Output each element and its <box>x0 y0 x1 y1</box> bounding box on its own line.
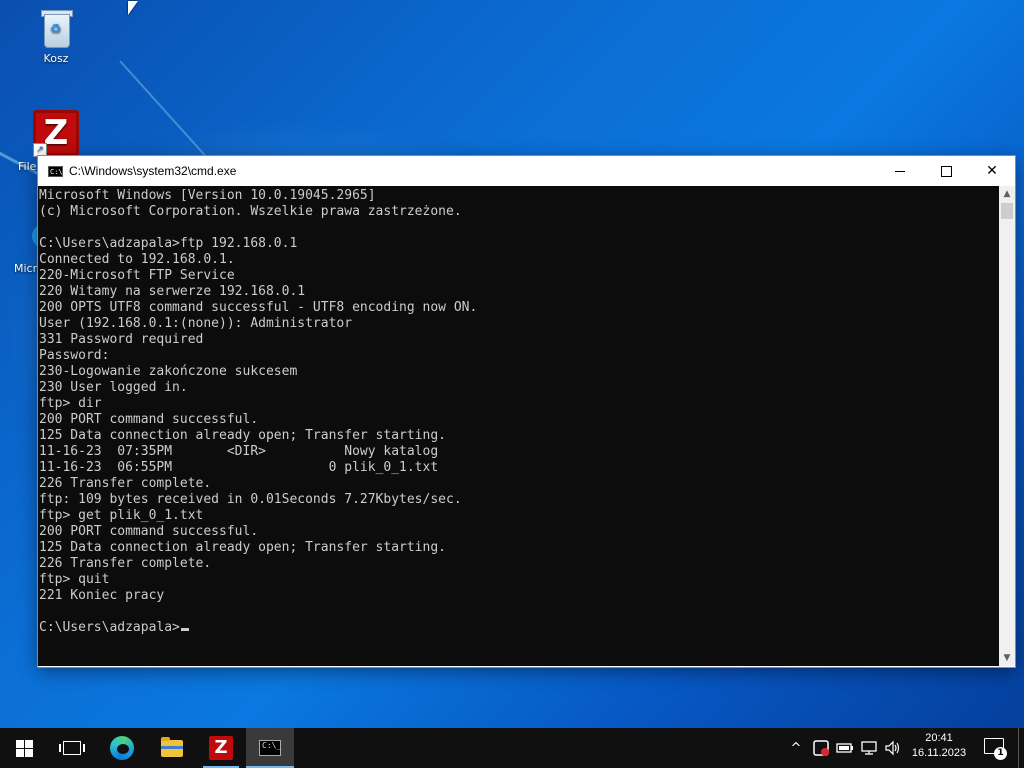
text-cursor <box>180 628 189 631</box>
maximize-button[interactable] <box>923 156 969 186</box>
console-line: 11-16-23 06:55PM 0 plik_0_1.txt <box>39 460 439 475</box>
recycle-bin-icon: ♻ <box>39 8 73 48</box>
desktop-icon-label: Kosz <box>43 52 69 65</box>
taskbar: Z C:\_ ^ 20:41 16.11.2023 1 <box>0 728 1024 768</box>
console-line: 220 Witamy na serwerze 192.168.0.1 <box>39 284 306 299</box>
console-line: Connected to 192.168.0.1. <box>39 252 235 267</box>
console-line: (c) Microsoft Corporation. Wszelkie praw… <box>39 204 462 219</box>
console-line: ftp> quit <box>39 572 110 587</box>
close-icon: ✕ <box>986 163 998 179</box>
volume-icon <box>885 740 900 756</box>
title-bar[interactable]: C:\ C:\Windows\system32\cmd.exe ✕ <box>38 156 1015 186</box>
console-output[interactable]: Microsoft Windows [Version 10.0.19045.29… <box>38 186 999 666</box>
vertical-scrollbar[interactable]: ▲ ▼ <box>999 186 1015 666</box>
console-prompt[interactable]: C:\Users\adzapala> <box>39 620 180 635</box>
clock-date: 16.11.2023 <box>911 747 967 759</box>
console-line: 200 PORT command successful. <box>39 524 259 539</box>
console-line: 226 Transfer complete. <box>39 556 212 571</box>
notification-count-badge: 1 <box>994 747 1007 760</box>
network-icon <box>861 741 877 755</box>
close-button[interactable]: ✕ <box>969 156 1015 186</box>
console-line: 221 Koniec pracy <box>39 588 165 603</box>
minimize-icon <box>895 170 905 172</box>
filezilla-icon: Z <box>209 736 233 760</box>
minimize-button[interactable] <box>877 156 923 186</box>
cmd-window[interactable]: C:\ C:\Windows\system32\cmd.exe ✕ Micros… <box>38 156 1015 667</box>
console-line: C:\Users\adzapala>ftp 192.168.0.1 <box>39 236 298 251</box>
console-line: 226 Transfer complete. <box>39 476 212 491</box>
task-view-button[interactable] <box>48 728 96 768</box>
console-line: 230 User logged in. <box>39 380 188 395</box>
console-line: 11-16-23 07:35PM <DIR> Nowy katalog <box>39 444 439 459</box>
tray-battery[interactable] <box>834 728 856 768</box>
console-line: 125 Data connection already open; Transf… <box>39 540 446 555</box>
console-line: 331 Password required <box>39 332 204 347</box>
chevron-up-icon: ^ <box>790 740 802 756</box>
scroll-down-arrow-icon[interactable]: ▼ <box>999 650 1015 666</box>
folder-icon <box>161 736 183 757</box>
taskbar-file-explorer[interactable] <box>148 728 196 768</box>
security-icon <box>813 740 829 756</box>
mouse-cursor-icon <box>128 1 138 15</box>
show-desktop-button[interactable] <box>1018 728 1019 768</box>
console-line: User (192.168.0.1:(none)): Administrator <box>39 316 353 331</box>
edge-icon <box>110 736 134 760</box>
windows-logo-icon <box>15 739 33 757</box>
window-title: C:\Windows\system32\cmd.exe <box>69 164 237 178</box>
clock[interactable]: 20:41 16.11.2023 <box>906 731 972 761</box>
tray-volume[interactable] <box>882 728 904 768</box>
console-line: Microsoft Windows [Version 10.0.19045.29… <box>39 188 376 203</box>
clock-time: 20:41 <box>925 732 953 744</box>
desktop: ♻ Kosz Z ↗ File Micr C:\ C:\Windows\syst… <box>0 0 1024 728</box>
scrollbar-thumb[interactable] <box>1001 203 1013 219</box>
console-icon: C:\_ <box>259 740 281 756</box>
tray-security[interactable] <box>810 728 832 768</box>
console-line: 200 OPTS UTF8 command successful - UTF8 … <box>39 300 478 315</box>
console-line: 230-Logowanie zakończone sukcesem <box>39 364 298 379</box>
console-line: 220-Microsoft FTP Service <box>39 268 235 283</box>
console-line: 200 PORT command successful. <box>39 412 259 427</box>
filezilla-icon: Z ↗ <box>33 110 79 157</box>
console-line: Password: <box>39 348 110 363</box>
shortcut-arrow-icon: ↗ <box>33 143 47 157</box>
task-view-icon <box>59 741 85 755</box>
taskbar-edge[interactable] <box>98 728 146 768</box>
desktop-icon-recycle-bin[interactable]: ♻ Kosz <box>18 8 94 65</box>
taskbar-filezilla[interactable]: Z <box>197 728 245 768</box>
console-text: Microsoft Windows [Version 10.0.19045.29… <box>38 186 999 636</box>
console-line: ftp> get plik_0_1.txt <box>39 508 204 523</box>
console-line: 125 Data connection already open; Transf… <box>39 428 446 443</box>
console-line: ftp> dir <box>39 396 102 411</box>
battery-icon <box>836 743 853 753</box>
taskbar-cmd[interactable]: C:\_ <box>246 728 294 768</box>
console-icon: C:\ <box>48 165 63 177</box>
scroll-up-arrow-icon[interactable]: ▲ <box>999 186 1015 202</box>
tray-network[interactable] <box>858 728 880 768</box>
tray-overflow-button[interactable]: ^ <box>786 728 806 768</box>
console-line: ftp: 109 bytes received in 0.01Seconds 7… <box>39 492 462 507</box>
start-button[interactable] <box>0 728 48 768</box>
maximize-icon <box>940 165 952 177</box>
